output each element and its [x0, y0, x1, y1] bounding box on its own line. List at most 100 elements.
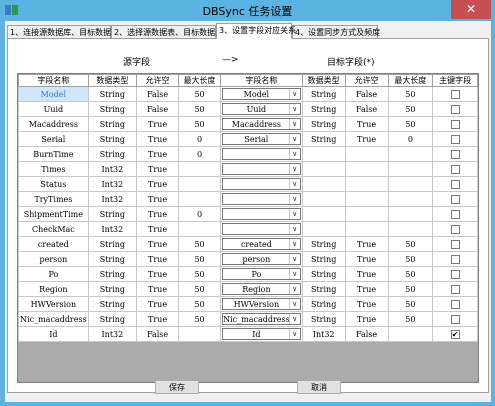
- target-field-dropdown[interactable]: Po ∨: [222, 268, 301, 280]
- target-field-type[interactable]: String: [301, 236, 346, 252]
- target-field-length[interactable]: [387, 326, 434, 342]
- primary-key-checkbox[interactable]: [450, 179, 460, 189]
- source-field-type[interactable]: String: [87, 296, 138, 312]
- source-field-nullable[interactable]: True: [136, 296, 180, 312]
- target-field-dropdown[interactable]: Region ∨: [222, 283, 301, 295]
- source-field-nullable[interactable]: True: [136, 176, 180, 192]
- source-field-nullable[interactable]: True: [136, 161, 180, 177]
- chevron-down-icon[interactable]: ∨: [288, 89, 300, 99]
- source-field-nullable[interactable]: False: [136, 101, 180, 117]
- table-row[interactable]: Times Int32 True ∨: [18, 161, 478, 177]
- primary-key-checkbox[interactable]: [450, 104, 460, 114]
- target-field-type[interactable]: [301, 146, 346, 162]
- target-field-type[interactable]: [301, 161, 346, 177]
- source-field-length[interactable]: 0: [178, 146, 222, 162]
- primary-key-checkbox[interactable]: [450, 119, 460, 129]
- source-field-type[interactable]: String: [87, 251, 138, 267]
- source-field-name[interactable]: Macaddress: [18, 116, 89, 132]
- target-field-type[interactable]: String: [301, 311, 346, 327]
- source-field-name[interactable]: CheckMac: [18, 221, 89, 237]
- source-field-type[interactable]: String: [87, 146, 138, 162]
- col-src-type[interactable]: 数据类型: [87, 74, 138, 87]
- source-field-nullable[interactable]: True: [136, 311, 180, 327]
- source-field-length[interactable]: 50: [178, 236, 222, 252]
- target-field-nullable[interactable]: True: [344, 116, 389, 132]
- close-button[interactable]: ✕: [451, 0, 491, 19]
- table-row[interactable]: Po String True 50 Po ∨ String True 50: [18, 266, 478, 282]
- source-field-type[interactable]: String: [87, 236, 138, 252]
- target-field-type[interactable]: String: [301, 281, 346, 297]
- target-field-type[interactable]: Int32: [301, 326, 346, 342]
- target-field-nullable[interactable]: [344, 176, 389, 192]
- primary-key-checkbox[interactable]: [450, 89, 460, 99]
- target-field-dropdown[interactable]: HWVersion ∨: [222, 298, 301, 310]
- target-field-dropdown[interactable]: Id ∨: [222, 328, 301, 340]
- target-field-nullable[interactable]: True: [344, 281, 389, 297]
- source-field-name[interactable]: created: [18, 236, 89, 252]
- chevron-down-icon[interactable]: ∨: [288, 254, 300, 264]
- target-field-length[interactable]: 50: [387, 266, 434, 282]
- source-field-length[interactable]: [178, 326, 222, 342]
- source-field-nullable[interactable]: False: [136, 326, 180, 342]
- table-row[interactable]: Macaddress String True 50 Macaddress ∨ String T…: [18, 116, 478, 132]
- chevron-down-icon[interactable]: ∨: [288, 209, 300, 219]
- col-src-length[interactable]: 最大长度: [178, 74, 222, 87]
- target-field-type[interactable]: [301, 176, 346, 192]
- target-field-length[interactable]: [387, 146, 434, 162]
- source-field-length[interactable]: 0: [178, 206, 222, 222]
- target-field-length[interactable]: 50: [387, 251, 434, 267]
- table-row[interactable]: CheckMac Int32 True ∨: [18, 221, 478, 237]
- chevron-down-icon[interactable]: ∨: [288, 179, 300, 189]
- primary-key-checkbox[interactable]: [450, 164, 460, 174]
- source-field-nullable[interactable]: False: [136, 86, 180, 102]
- source-field-name[interactable]: HWVersion: [18, 296, 89, 312]
- source-field-type[interactable]: String: [87, 131, 138, 147]
- primary-key-checkbox[interactable]: [450, 149, 460, 159]
- target-field-length[interactable]: [387, 176, 434, 192]
- chevron-down-icon[interactable]: ∨: [288, 329, 300, 339]
- source-field-type[interactable]: String: [87, 116, 138, 132]
- chevron-down-icon[interactable]: ∨: [288, 314, 300, 324]
- source-field-name[interactable]: Status: [18, 176, 89, 192]
- tab-connect-databases[interactable]: 1、连接源数据库、目标数据库: [7, 25, 119, 38]
- source-field-nullable[interactable]: True: [136, 251, 180, 267]
- target-field-nullable[interactable]: True: [344, 266, 389, 282]
- target-field-nullable[interactable]: False: [344, 326, 389, 342]
- source-field-length[interactable]: 0: [178, 131, 222, 147]
- target-field-dropdown[interactable]: Serial ∨: [222, 133, 301, 145]
- target-field-dropdown[interactable]: Nic_macaddress ∨: [222, 313, 301, 325]
- table-row[interactable]: Uuid String False 50 Uuid ∨ String False 50: [18, 101, 478, 117]
- table-row[interactable]: HWVersion String True 50 HWVersion ∨ String Tru…: [18, 296, 478, 312]
- target-field-nullable[interactable]: [344, 206, 389, 222]
- col-dst-nullable[interactable]: 允许空: [344, 74, 389, 87]
- target-field-nullable[interactable]: False: [344, 101, 389, 117]
- source-field-nullable[interactable]: True: [136, 116, 180, 132]
- chevron-down-icon[interactable]: ∨: [288, 284, 300, 294]
- target-field-type[interactable]: String: [301, 131, 346, 147]
- source-field-nullable[interactable]: True: [136, 236, 180, 252]
- cancel-button[interactable]: 取消: [297, 380, 341, 394]
- col-src-name[interactable]: 字段名称: [18, 74, 89, 87]
- target-field-dropdown[interactable]: Uuid ∨: [222, 103, 301, 115]
- source-field-nullable[interactable]: True: [136, 131, 180, 147]
- source-field-type[interactable]: String: [87, 266, 138, 282]
- target-field-type[interactable]: String: [301, 86, 346, 102]
- table-row[interactable]: created String True 50 created ∨ String True 50: [18, 236, 478, 252]
- source-field-type[interactable]: Int32: [87, 176, 138, 192]
- source-field-length[interactable]: 50: [178, 86, 222, 102]
- chevron-down-icon[interactable]: ∨: [288, 149, 300, 159]
- table-row[interactable]: Id Int32 False Id ∨ Int32 False ✔: [18, 326, 478, 342]
- source-field-length[interactable]: [178, 221, 222, 237]
- source-field-length[interactable]: 50: [178, 311, 222, 327]
- source-field-length[interactable]: [178, 161, 222, 177]
- source-field-type[interactable]: String: [87, 281, 138, 297]
- primary-key-checkbox[interactable]: [450, 269, 460, 279]
- col-src-nullable[interactable]: 允许空: [136, 74, 180, 87]
- source-field-name[interactable]: person: [18, 251, 89, 267]
- title-bar[interactable]: DBSync 任务设置 ✕: [0, 0, 495, 21]
- source-field-type[interactable]: String: [87, 101, 138, 117]
- chevron-down-icon[interactable]: ∨: [288, 269, 300, 279]
- source-field-length[interactable]: 50: [178, 116, 222, 132]
- target-field-length[interactable]: [387, 191, 434, 207]
- chevron-down-icon[interactable]: ∨: [288, 194, 300, 204]
